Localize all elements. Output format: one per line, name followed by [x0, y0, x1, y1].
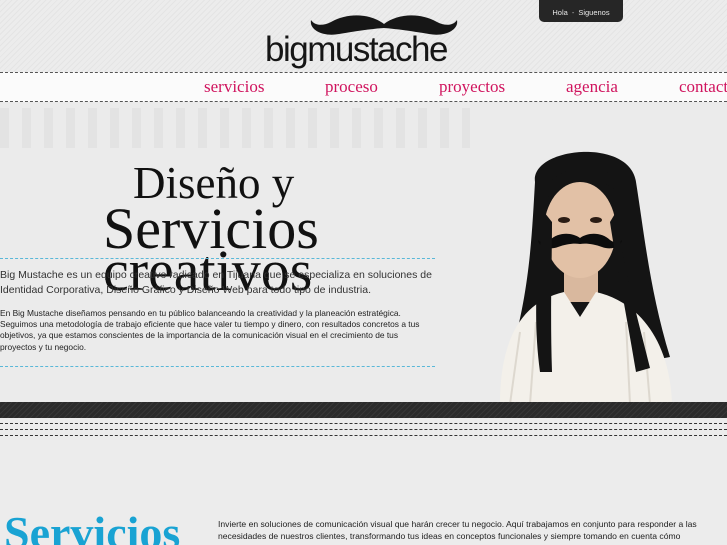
- nav-contacto[interactable]: contacto: [679, 77, 727, 97]
- nav-servicios[interactable]: servicios: [204, 77, 264, 97]
- hero-section: Diseño y Servicios creativos Big Mustach…: [0, 102, 727, 404]
- section-divider-band: [0, 402, 727, 418]
- nav-proyectos[interactable]: proyectos: [439, 77, 505, 97]
- band-dashed-rule-3: [0, 435, 727, 436]
- nav-agencia[interactable]: agencia: [566, 77, 618, 97]
- nav-proceso[interactable]: proceso: [325, 77, 378, 97]
- site-logo[interactable]: bigmustache: [265, 12, 465, 69]
- hero-photo-woman-with-mustache: [500, 151, 672, 404]
- main-nav: servicios proceso proyectos agencia cont…: [0, 72, 727, 102]
- site-header: bigmustache Hola - Siguenos: [0, 0, 727, 72]
- hero-divider-bottom: [0, 366, 435, 367]
- top-social-bar: Hola - Siguenos: [539, 0, 623, 22]
- follow-us-link[interactable]: Siguenos: [578, 0, 609, 26]
- hero-intro-paragraph: Big Mustache es un equipo creativo radic…: [0, 269, 432, 296]
- topbar-separator: -: [571, 8, 575, 17]
- band-dashed-rule-1: [0, 423, 727, 424]
- band-dashed-rule-2: [0, 429, 727, 430]
- hero-body-paragraph: En Big Mustache diseñamos pensando en tu…: [0, 308, 420, 352]
- hello-link[interactable]: Hola: [552, 0, 567, 26]
- hero-divider-top: [0, 258, 435, 259]
- logo-wordmark: bigmustache: [265, 30, 448, 69]
- services-heading: Servicios: [4, 507, 181, 545]
- hero-watermark-pattern: [0, 108, 470, 148]
- services-description: Invierte en soluciones de comunicación v…: [218, 519, 697, 541]
